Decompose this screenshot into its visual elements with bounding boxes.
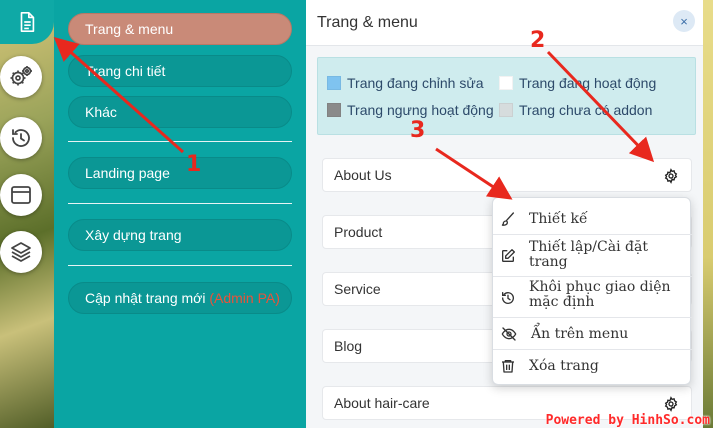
brush-icon [501,212,514,226]
annotation-number-3: 3 [410,118,426,143]
trash-icon [502,360,514,373]
menu-item-label: Trang chi tiết [85,63,166,79]
legend-swatch [499,76,513,90]
page-name: Service [334,281,381,297]
legend-item-no-addon: Trang chưa có addon [499,102,652,118]
menu-item-khac[interactable]: Khác [68,96,292,128]
legend-label: Trang ngưng hoạt động [347,102,494,118]
menu-option-thiet-lap[interactable]: Thiết lập/Cài đặt trang [493,238,692,272]
gears-icon [10,66,32,86]
menu-option-thiet-ke[interactable]: Thiết kế [493,210,692,228]
page-name: About hair-care [334,395,430,411]
page-context-menu: Thiết kế Thiết lập/Cài đặt trang Khôi ph… [492,197,692,385]
close-icon: × [680,13,688,29]
page-name: Product [334,224,383,240]
menu-item-label: Khác [85,104,117,120]
page-name: Blog [334,338,363,354]
legend-label: Trang chưa có addon [519,102,653,118]
settings-rail-button[interactable] [0,56,42,98]
menu-option-label: Thiết kế [529,211,588,227]
legend-label: Trang đang chỉnh sửa [347,75,484,91]
background-photo-right [703,0,713,428]
menu-divider [68,141,292,142]
menu-separator [493,317,692,318]
menu-option-an-tren-menu[interactable]: Ẩn trên menu [493,325,692,343]
menu-option-khoi-phuc[interactable]: Khôi phục giao diện mặc định [493,280,692,314]
legend: Trang đang chỉnh sửa Trang đang hoạt độn… [317,57,696,135]
menu-divider [68,265,292,266]
history-rail-button[interactable] [0,117,42,159]
legend-item-editing: Trang đang chỉnh sửa [327,75,484,91]
layers-icon [11,242,31,262]
menu-item-label: Trang & menu [85,21,174,37]
history-icon [502,292,514,304]
window-icon [11,186,31,204]
legend-swatch [327,103,341,117]
panel-title: Trang & menu [317,14,418,31]
menu-separator [493,276,692,277]
menu-option-label: Xóa trang [529,358,599,374]
menu-separator [493,234,692,235]
menu-divider [68,203,292,204]
annotation-number-1: 1 [186,152,202,177]
menu-option-label-line2: mặc định [529,294,595,310]
layout-rail-button[interactable] [0,174,42,216]
legend-swatch [327,76,341,90]
panel-header: Trang & menu × [306,0,703,46]
eye-off-icon [501,327,517,341]
admin-tag: (Admin PA) [209,290,280,306]
menu-item-xay-dung-trang[interactable]: Xây dựng trang [68,219,292,251]
menu-option-xoa-trang[interactable]: Xóa trang [493,357,692,375]
menu-item-trang-chi-tiet[interactable]: Trang chi tiết [68,55,292,87]
menu-separator [493,349,692,350]
legend-item-inactive: Trang ngưng hoạt động [327,102,494,118]
menu-item-label: Landing page [85,165,170,181]
legend-swatch [499,103,513,117]
close-button[interactable]: × [673,10,695,32]
legend-item-active: Trang đang hoạt động [499,75,656,91]
menu-option-label: Ẩn trên menu [531,326,629,342]
layers-rail-button[interactable] [0,231,42,273]
menu-item-landing-page[interactable]: Landing page [68,157,292,189]
history-icon [12,129,30,147]
gear-icon[interactable] [663,396,679,412]
menu-item-trang-menu[interactable]: Trang & menu [68,13,292,45]
menu-panel: Trang & menu Trang chi tiết Khác Landing… [54,0,306,428]
watermark: Powered by HinhSo.com [545,413,710,428]
annotation-number-2: 2 [530,28,546,53]
page-name: About Us [334,167,392,183]
menu-option-label-line2: trang [529,254,568,270]
menu-item-cap-nhat-trang-moi[interactable]: Cập nhật trang mới (Admin PA) [68,282,292,314]
menu-item-label: Xây dựng trang [85,227,182,243]
legend-label: Trang đang hoạt động [519,75,657,91]
page-row-about-us[interactable]: About Us [322,158,692,192]
pages-rail-button[interactable] [0,0,54,44]
document-icon [20,12,35,32]
gear-icon[interactable] [663,168,679,184]
menu-option-label-line1: Khôi phục giao diện [529,279,671,295]
edit-icon [502,249,515,262]
menu-option-label-line1: Thiết lập/Cài đặt [529,239,648,255]
menu-item-label: Cập nhật trang mới [85,290,206,306]
